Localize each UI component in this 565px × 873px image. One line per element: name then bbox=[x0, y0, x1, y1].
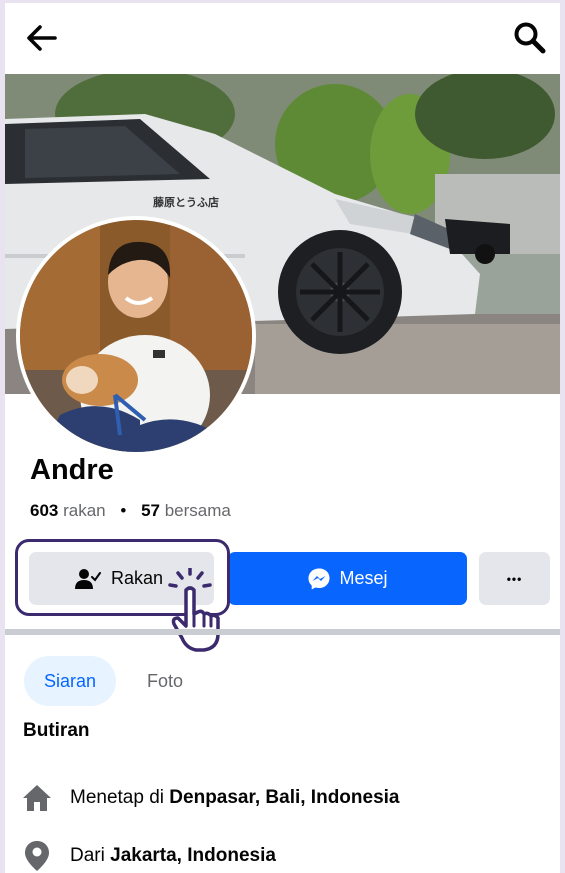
stats-separator: • bbox=[120, 501, 127, 520]
profile-avatar[interactable] bbox=[16, 216, 256, 456]
search-button[interactable] bbox=[510, 18, 550, 58]
tab-foto[interactable]: Foto bbox=[130, 656, 200, 706]
from-prefix: Dari bbox=[70, 845, 105, 866]
location-pin-icon bbox=[22, 841, 52, 871]
detail-from: Dari Jakarta, Indonesia bbox=[22, 841, 276, 871]
tab-siaran[interactable]: Siaran bbox=[24, 656, 116, 706]
message-button[interactable]: Mesej bbox=[228, 552, 467, 605]
home-icon bbox=[22, 783, 52, 813]
lives-value: Denpasar, Bali, Indonesia bbox=[169, 787, 400, 808]
search-icon bbox=[514, 22, 546, 54]
back-button[interactable] bbox=[22, 18, 62, 58]
section-divider bbox=[5, 629, 560, 635]
messenger-icon bbox=[308, 568, 330, 589]
arrow-left-icon bbox=[27, 25, 57, 51]
top-bar bbox=[0, 0, 565, 74]
lives-prefix: Menetap di bbox=[70, 787, 165, 808]
svg-text:藤原とうふ店: 藤原とうふ店 bbox=[153, 195, 219, 209]
more-options-icon: ••• bbox=[506, 571, 523, 586]
from-value: Jakarta, Indonesia bbox=[110, 845, 276, 866]
detail-lives-in: Menetap di Denpasar, Bali, Indonesia bbox=[22, 783, 400, 813]
mutual-count: 57 bbox=[141, 501, 160, 520]
details-title: Butiran bbox=[23, 720, 90, 741]
message-button-label: Mesej bbox=[339, 568, 388, 588]
profile-name: Andre bbox=[30, 454, 114, 486]
friends-count: 603 bbox=[30, 501, 59, 520]
friend-stats[interactable]: 603 rakan • 57 bersama bbox=[30, 501, 231, 521]
more-options-button[interactable]: ••• bbox=[479, 552, 550, 605]
mutual-label: bersama bbox=[164, 501, 231, 520]
pointing-hand-icon bbox=[168, 568, 220, 652]
friends-label: rakan bbox=[63, 501, 106, 520]
